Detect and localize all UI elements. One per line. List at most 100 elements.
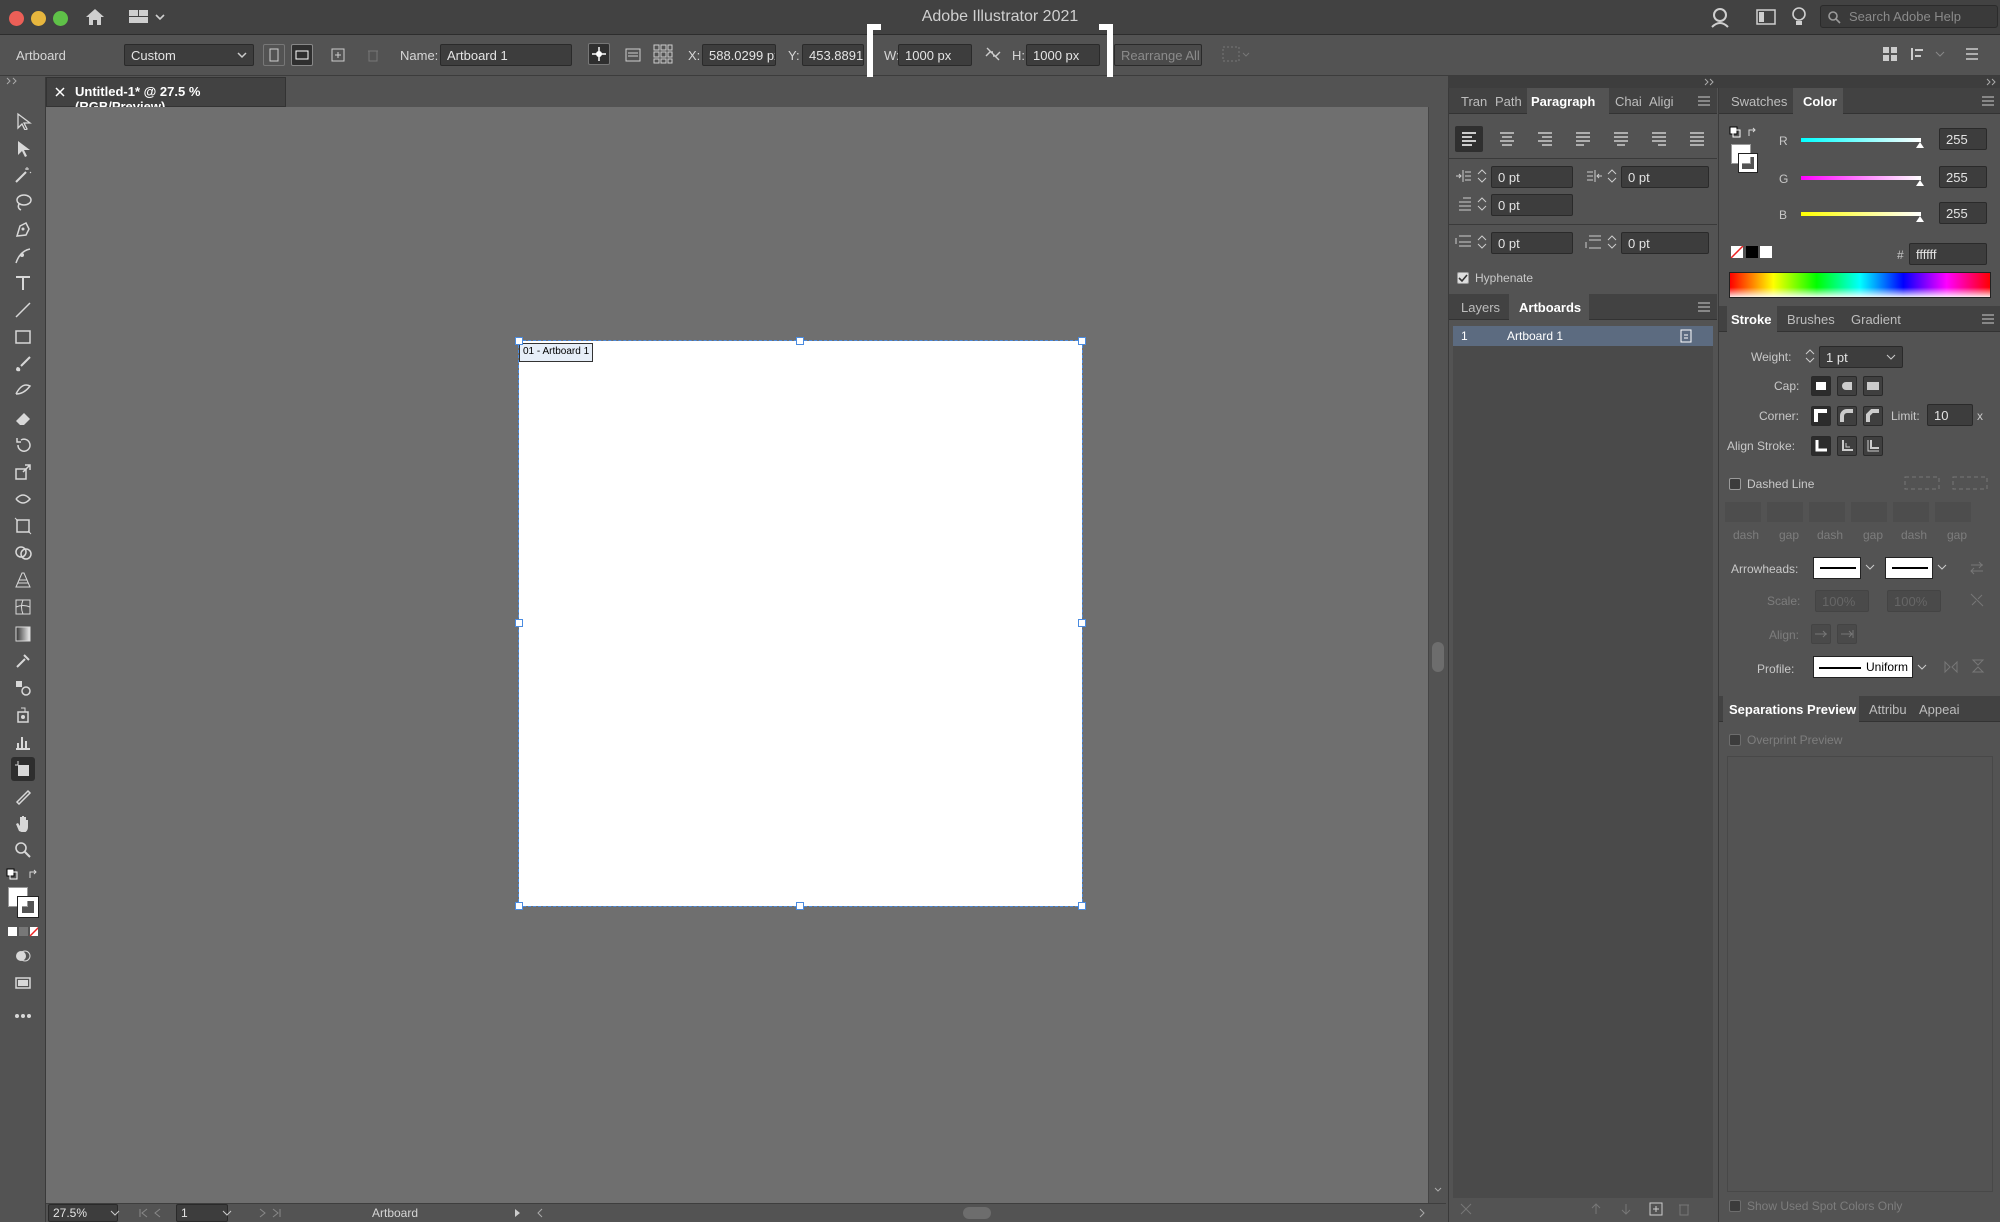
scroll-left-icon[interactable]	[536, 1208, 544, 1218]
justify-last-center-button[interactable]	[1607, 126, 1635, 152]
horizontal-scroll-thumb[interactable]	[963, 1207, 991, 1219]
profile-chevron-icon[interactable]	[1917, 664, 1927, 671]
magic-wand-tool-icon[interactable]	[11, 163, 35, 187]
tab-attributes[interactable]: Attribu	[1865, 696, 1915, 722]
document-tab[interactable]: Untitled-1* @ 27.5 % (RGB/Preview)	[46, 77, 286, 114]
stroke-panel-menu-icon[interactable]	[1981, 314, 1995, 324]
collapse-panels-icon[interactable]	[1704, 78, 1716, 86]
butt-cap-button[interactable]	[1811, 376, 1831, 396]
control-menu-icon[interactable]	[1964, 46, 1980, 62]
first-prev-artboard-icon[interactable]	[138, 1208, 178, 1218]
tab-character[interactable]: Chai	[1611, 88, 1645, 114]
edit-toolbar-icon[interactable]	[11, 1004, 35, 1028]
artboard-handle-left[interactable]	[515, 619, 523, 627]
hex-value-input[interactable]: ffffff	[1909, 243, 1987, 265]
artboard-row[interactable]: 1 Artboard 1	[1453, 326, 1713, 346]
space-before-stepper-icon[interactable]	[1477, 234, 1487, 250]
artboard-handle-bottom-left[interactable]	[515, 902, 523, 910]
align-stroke-outside-button[interactable]	[1863, 436, 1883, 456]
gap-1-input[interactable]	[1767, 502, 1803, 522]
paragraph-panel-menu-icon[interactable]	[1697, 96, 1711, 106]
zoom-tool-icon[interactable]	[11, 838, 35, 862]
type-tool-icon[interactable]	[11, 271, 35, 295]
new-artboard-icon[interactable]	[327, 44, 349, 66]
dash-2-input[interactable]	[1809, 502, 1845, 522]
next-last-artboard-icon[interactable]	[242, 1208, 282, 1218]
projecting-cap-button[interactable]	[1863, 376, 1883, 396]
eyedropper-tool-icon[interactable]	[11, 649, 35, 673]
r-slider[interactable]	[1801, 138, 1921, 142]
space-after-stepper-icon[interactable]	[1607, 234, 1617, 250]
dash-alignment-icons[interactable]	[1903, 474, 1993, 492]
bevel-join-button[interactable]	[1863, 406, 1883, 426]
arrowhead-start-select[interactable]	[1813, 557, 1861, 579]
link-scale-icon[interactable]	[1969, 592, 1985, 608]
artboard-handle-top-left[interactable]	[515, 337, 523, 345]
collapse-panels-right-icon[interactable]	[1986, 78, 1998, 86]
delete-artboard-panel-icon[interactable]	[1677, 1202, 1691, 1216]
color-mode-buttons[interactable]	[8, 927, 38, 937]
lasso-tool-icon[interactable]	[11, 190, 35, 214]
align-left-button[interactable]	[1455, 126, 1483, 152]
align-center-button[interactable]	[1493, 126, 1521, 152]
r-value-input[interactable]: 255	[1939, 128, 1987, 150]
show-spot-colors-checkbox[interactable]	[1729, 1200, 1741, 1212]
tab-color[interactable]: Color	[1793, 88, 1843, 114]
portrait-orientation-button[interactable]	[263, 44, 285, 66]
right-indent-input[interactable]: 0 pt	[1621, 166, 1709, 188]
tab-transform[interactable]: Tran	[1457, 88, 1491, 114]
justify-last-right-button[interactable]	[1645, 126, 1673, 152]
align-stroke-inside-button[interactable]	[1837, 436, 1857, 456]
weight-stepper-icon[interactable]	[1805, 348, 1815, 364]
curvature-tool-icon[interactable]	[11, 244, 35, 268]
swap-fill-stroke-icon[interactable]	[28, 868, 40, 880]
left-indent-stepper-icon[interactable]	[1477, 168, 1487, 184]
scroll-down-icon[interactable]	[1434, 1187, 1442, 1193]
artboard-label[interactable]: 01 - Artboard 1	[519, 343, 594, 362]
close-tab-icon[interactable]	[55, 87, 65, 97]
tab-brushes[interactable]: Brushes	[1783, 306, 1839, 332]
tab-swatches[interactable]: Swatches	[1727, 88, 1791, 114]
tab-separations-preview[interactable]: Separations Preview	[1723, 696, 1859, 722]
swap-arrowheads-icon[interactable]	[1969, 560, 1985, 576]
stroke-color-swatch[interactable]	[17, 896, 39, 918]
tab-align[interactable]: Aligi	[1645, 88, 1679, 114]
g-slider[interactable]	[1801, 176, 1921, 180]
flip-across-icon[interactable]	[1971, 658, 1985, 674]
vertical-scroll-thumb[interactable]	[1432, 642, 1444, 672]
dash-3-input[interactable]	[1893, 502, 1929, 522]
arrow-tip-at-end-button[interactable]	[1837, 624, 1857, 644]
constrain-proportions-icon[interactable]	[984, 46, 1002, 62]
hand-tool-icon[interactable]	[11, 811, 35, 835]
scale-start-input[interactable]: 100%	[1815, 590, 1869, 612]
blend-tool-icon[interactable]	[11, 676, 35, 700]
move-down-icon[interactable]	[1619, 1202, 1633, 1216]
artboard-number-select[interactable]: 1	[176, 1204, 228, 1222]
g-slider-thumb[interactable]	[1915, 179, 1925, 187]
color-swap-icon[interactable]	[1747, 126, 1759, 138]
r-slider-thumb[interactable]	[1915, 141, 1925, 149]
artboard-grid-icon[interactable]	[1222, 46, 1250, 62]
width-input[interactable]: 1000 px	[898, 44, 972, 66]
status-menu-arrow-icon[interactable]	[514, 1208, 522, 1218]
tab-gradient[interactable]: Gradient	[1847, 306, 1907, 332]
delete-artboard-icon[interactable]	[362, 44, 384, 66]
pen-tool-icon[interactable]	[11, 217, 35, 241]
overprint-preview-checkbox[interactable]	[1729, 734, 1741, 746]
height-input[interactable]: 1000 px	[1026, 44, 1100, 66]
b-slider-thumb[interactable]	[1915, 215, 1925, 223]
eraser-tool-icon[interactable]	[11, 406, 35, 430]
discover-bulb-icon[interactable]	[1791, 6, 1807, 28]
symbol-sprayer-tool-icon[interactable]	[11, 703, 35, 727]
arrowhead-start-chevron-icon[interactable]	[1865, 564, 1875, 571]
paintbrush-tool-icon[interactable]	[11, 352, 35, 376]
scroll-right-icon[interactable]	[1418, 1208, 1426, 1218]
width-tool-icon[interactable]	[11, 487, 35, 511]
g-value-input[interactable]: 255	[1939, 166, 1987, 188]
color-spectrum[interactable]	[1729, 272, 1991, 298]
arrow-tip-beyond-button[interactable]	[1811, 624, 1831, 644]
artboard-options-icon[interactable]	[622, 44, 644, 66]
rearrange-all-button[interactable]: Rearrange All	[1114, 44, 1202, 66]
default-fill-stroke-icon[interactable]	[6, 868, 18, 880]
new-artboard-panel-icon[interactable]	[1649, 1202, 1663, 1216]
